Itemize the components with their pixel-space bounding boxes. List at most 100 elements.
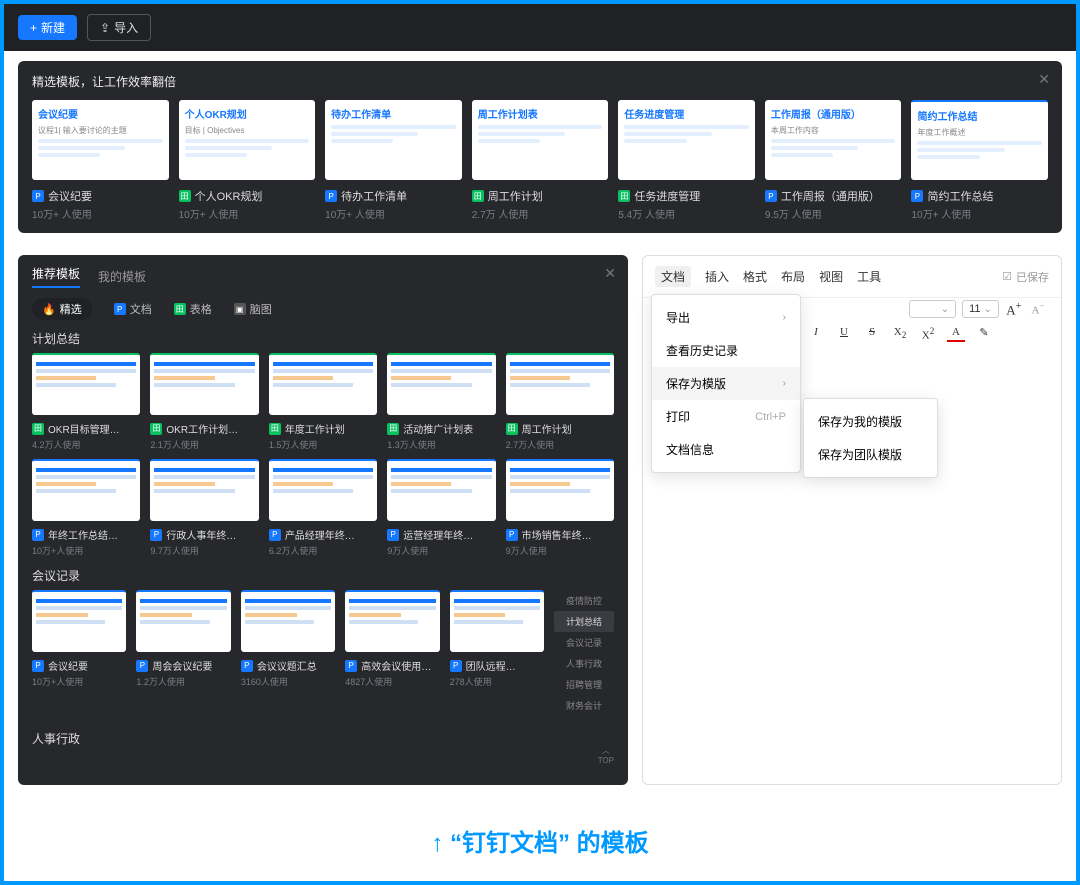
template-name: 田 任务进度管理 bbox=[618, 188, 755, 204]
template-name: P 年终工作总结… bbox=[32, 527, 140, 542]
template-card[interactable]: 田 周工作计划 2.7万人使用 bbox=[506, 353, 614, 451]
plans-grid: 田 OKR目标管理… 4.2万人使用 田 OKR工作计划… 2.1万人使用 田 … bbox=[32, 353, 614, 451]
template-card[interactable]: P 会议议题汇总 3160人使用 bbox=[241, 590, 335, 716]
template-card[interactable]: 个人OKR规划 目标 | Objectives 田 个人OKR规划 10万+ 人… bbox=[179, 100, 316, 221]
banner-close-icon[interactable]: ✕ bbox=[1038, 71, 1050, 88]
menu-tools[interactable]: 工具 bbox=[857, 268, 881, 285]
template-usage: 6.2万人使用 bbox=[269, 544, 377, 557]
doc-icon: P bbox=[345, 660, 357, 672]
sheet-icon: 田 bbox=[506, 423, 518, 435]
menu-insert[interactable]: 插入 bbox=[705, 268, 729, 285]
template-thumb: 个人OKR规划 目标 | Objectives bbox=[179, 100, 316, 180]
template-card[interactable]: P 高效会议使用… 4827人使用 bbox=[345, 590, 439, 716]
template-card[interactable]: 会议纪要 议程1| 输入要讨论的主题 P 会议纪要 10万+ 人使用 bbox=[32, 100, 169, 221]
sheet-icon: 田 bbox=[269, 423, 281, 435]
back-to-top-button[interactable]: ︿ TOP bbox=[598, 745, 614, 765]
category-item[interactable]: 疫情防控 bbox=[554, 590, 614, 611]
sheet-icon: 田 bbox=[472, 190, 484, 202]
template-card[interactable]: 周工作计划表 田 周工作计划 2.7万 人使用 bbox=[472, 100, 609, 221]
template-card[interactable]: P 团队远程… 278人使用 bbox=[450, 590, 544, 716]
main-tabs: 推荐模板 我的模板 bbox=[32, 265, 614, 288]
new-button[interactable]: + 新建 bbox=[18, 15, 77, 40]
subscript-icon[interactable]: X2 bbox=[891, 326, 909, 342]
template-usage: 9万人使用 bbox=[506, 544, 614, 557]
underline-icon[interactable]: U bbox=[835, 326, 853, 342]
template-name: P 行政人事年终… bbox=[150, 527, 258, 542]
subtab-sheet-label: 表格 bbox=[190, 301, 212, 317]
template-card[interactable]: 田 OKR目标管理… 4.2万人使用 bbox=[32, 353, 140, 451]
font-select[interactable]: ⌄ bbox=[909, 300, 956, 318]
category-item[interactable]: 人事行政 bbox=[554, 653, 614, 674]
template-card[interactable]: 田 OKR工作计划… 2.1万人使用 bbox=[150, 353, 258, 451]
subtab-mind[interactable]: ▣ 脑图 bbox=[234, 301, 272, 317]
menu-format[interactable]: 格式 bbox=[743, 268, 767, 285]
mindmap-icon: ▣ bbox=[234, 303, 246, 315]
template-card[interactable]: P 年终工作总结… 10万+人使用 bbox=[32, 459, 140, 557]
doc-icon: P bbox=[269, 529, 281, 541]
import-button[interactable]: ⇪ 导入 bbox=[87, 14, 151, 41]
template-card[interactable]: P 市场销售年终… 9万人使用 bbox=[506, 459, 614, 557]
subtab-sheet[interactable]: 田 表格 bbox=[174, 301, 212, 317]
menu-item[interactable]: 查看历史记录 bbox=[652, 334, 800, 367]
template-card[interactable]: 简约工作总结 年度工作概述 P 简约工作总结 10万+ 人使用 bbox=[911, 100, 1048, 221]
template-thumb bbox=[269, 459, 377, 521]
menu-item[interactable]: 文档信息 bbox=[652, 433, 800, 466]
panel-close-icon[interactable]: ✕ bbox=[604, 265, 616, 282]
template-card[interactable]: P 周会会议纪要 1.2万人使用 bbox=[136, 590, 230, 716]
font-size-select[interactable]: 11 ⌄ bbox=[962, 300, 999, 318]
template-usage: 9.7万人使用 bbox=[150, 544, 258, 557]
banner-card-row: 会议纪要 议程1| 输入要讨论的主题 P 会议纪要 10万+ 人使用 个人OKR… bbox=[32, 100, 1048, 221]
template-name: P 运营经理年终… bbox=[387, 527, 495, 542]
editor-menubar: 文档 插入 格式 布局 视图 工具 ☑ 已保存 bbox=[643, 256, 1061, 298]
template-name: P 周会会议纪要 bbox=[136, 658, 230, 673]
template-thumb bbox=[506, 459, 614, 521]
saved-indicator: ☑ 已保存 bbox=[1002, 269, 1049, 285]
highlight-icon[interactable]: ✎ bbox=[975, 326, 993, 342]
template-usage: 1.2万人使用 bbox=[136, 675, 230, 688]
submenu-item[interactable]: 保存为我的模版 bbox=[804, 405, 937, 438]
shortcut-label: Ctrl+P bbox=[755, 411, 786, 423]
chevron-right-icon: › bbox=[783, 312, 786, 323]
menu-item[interactable]: 保存为模版 › bbox=[652, 367, 800, 400]
font-shrink-icon[interactable]: A− bbox=[1029, 301, 1047, 317]
font-size-value: 11 bbox=[969, 303, 980, 315]
menu-item[interactable]: 导出 › bbox=[652, 301, 800, 334]
strikethrough-icon[interactable]: S bbox=[863, 326, 881, 342]
template-card[interactable]: 待办工作清单 P 待办工作清单 10万+ 人使用 bbox=[325, 100, 462, 221]
menu-item[interactable]: 打印 Ctrl+P bbox=[652, 400, 800, 433]
template-usage: 10万+人使用 bbox=[32, 675, 126, 688]
font-grow-icon[interactable]: A+ bbox=[1005, 300, 1023, 318]
sheet-icon: 田 bbox=[32, 423, 44, 435]
superscript-icon[interactable]: X2 bbox=[919, 326, 937, 342]
menu-view[interactable]: 视图 bbox=[819, 268, 843, 285]
template-usage: 9万人使用 bbox=[387, 544, 495, 557]
category-item[interactable]: 财务会计 bbox=[554, 695, 614, 716]
menu-layout[interactable]: 布局 bbox=[781, 268, 805, 285]
template-card[interactable]: P 行政人事年终… 9.7万人使用 bbox=[150, 459, 258, 557]
meetings-grid: P 会议纪要 10万+人使用 P 周会会议纪要 1.2万人使用 P 会议议题汇总 bbox=[32, 590, 544, 716]
doc-icon: P bbox=[114, 303, 126, 315]
template-card[interactable]: 田 活动推广计划表 1.3万人使用 bbox=[387, 353, 495, 451]
template-card[interactable]: P 产品经理年终… 6.2万人使用 bbox=[269, 459, 377, 557]
doc-icon: P bbox=[765, 190, 777, 202]
tab-recommended[interactable]: 推荐模板 bbox=[32, 265, 80, 288]
menu-item-label: 查看历史记录 bbox=[666, 342, 738, 359]
category-item[interactable]: 计划总结 bbox=[554, 611, 614, 632]
menu-item-label: 保存为模版 bbox=[666, 375, 726, 392]
section-title-plans: 计划总结 bbox=[32, 330, 614, 347]
template-card[interactable]: P 运营经理年终… 9万人使用 bbox=[387, 459, 495, 557]
italic-icon[interactable]: I bbox=[807, 326, 825, 342]
category-item[interactable]: 招聘管理 bbox=[554, 674, 614, 695]
tab-my-templates[interactable]: 我的模板 bbox=[98, 268, 146, 285]
subtab-featured[interactable]: 🔥 精选 bbox=[32, 298, 92, 320]
sub-tabs: 🔥 精选 P 文档 田 表格 ▣ 脑图 bbox=[32, 298, 614, 320]
category-item[interactable]: 会议记录 bbox=[554, 632, 614, 653]
font-color-icon[interactable]: A bbox=[947, 326, 965, 342]
submenu-item[interactable]: 保存为团队模版 bbox=[804, 438, 937, 471]
template-card[interactable]: 工作周报（通用版） 本周工作内容 P 工作周报（通用版） 9.5万 人使用 bbox=[765, 100, 902, 221]
template-card[interactable]: P 会议纪要 10万+人使用 bbox=[32, 590, 126, 716]
template-card[interactable]: 田 年度工作计划 1.5万人使用 bbox=[269, 353, 377, 451]
menu-document[interactable]: 文档 bbox=[655, 266, 691, 287]
subtab-doc[interactable]: P 文档 bbox=[114, 301, 152, 317]
template-card[interactable]: 任务进度管理 田 任务进度管理 5.4万 人使用 bbox=[618, 100, 755, 221]
